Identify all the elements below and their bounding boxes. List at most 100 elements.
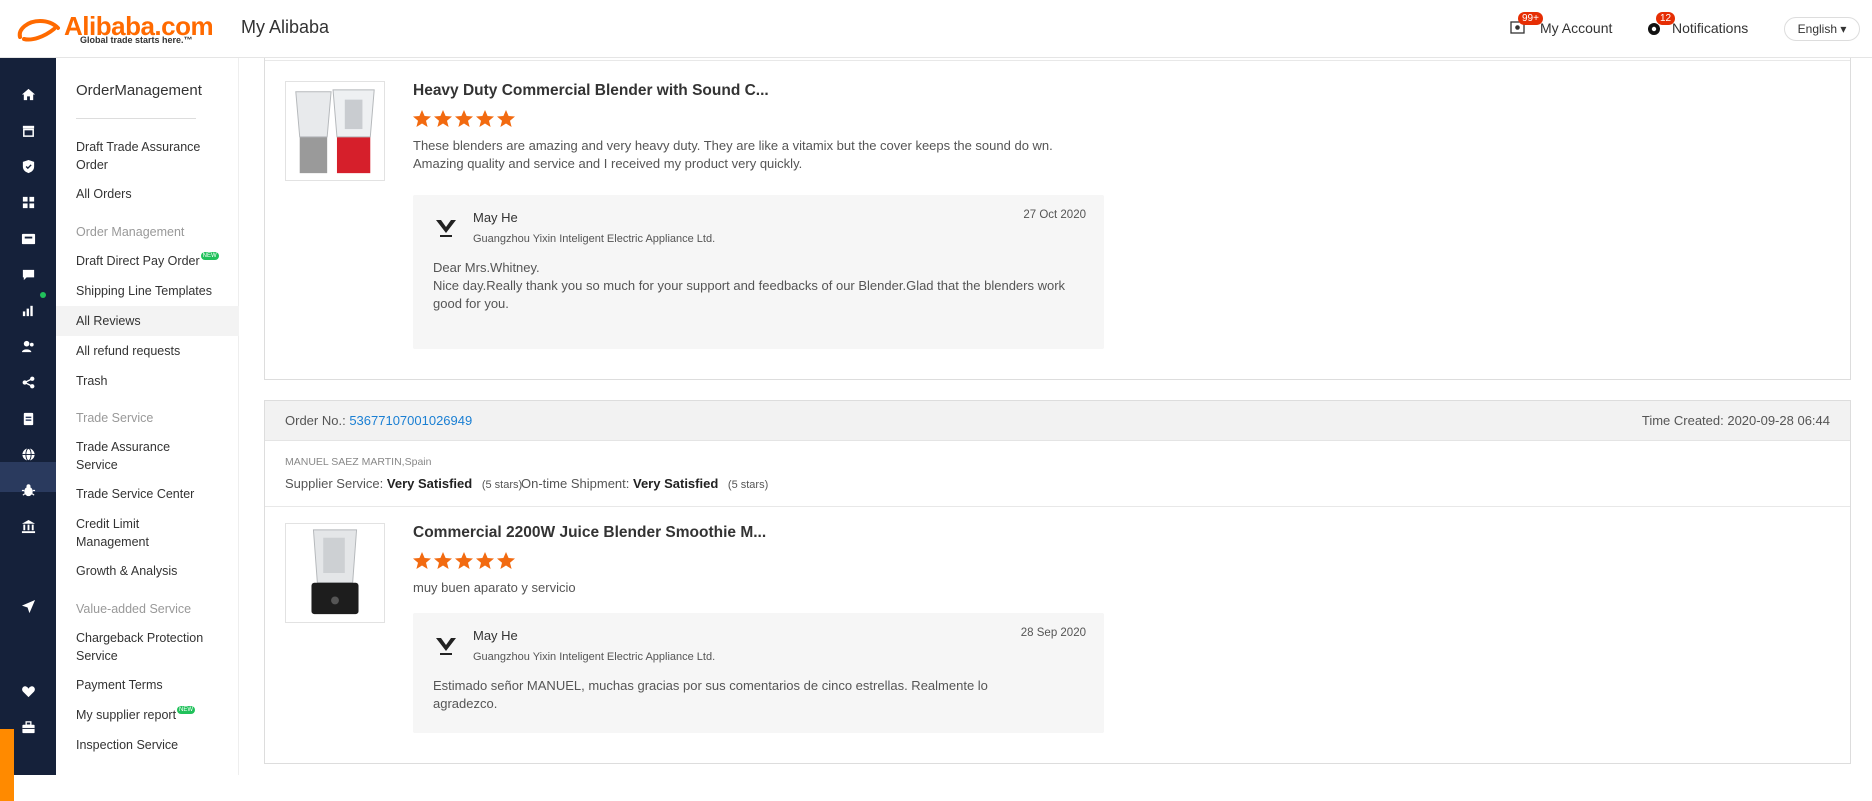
supplier-logo-icon — [436, 638, 456, 655]
star-icon — [476, 110, 494, 127]
users-icon[interactable] — [19, 337, 37, 355]
chart-icon[interactable] — [19, 301, 37, 319]
new-badge: NEW — [177, 706, 196, 714]
review-text: muy buen aparato y servicio — [413, 580, 576, 595]
star-icon — [413, 552, 431, 569]
sidebar-item-label: Draft Direct Pay Order — [76, 254, 200, 268]
message-icon[interactable] — [19, 265, 37, 283]
supplier-reply: May He Guangzhou Yixin Inteligent Electr… — [413, 613, 1104, 733]
supplier-reply: May He Guangzhou Yixin Inteligent Electr… — [413, 195, 1104, 349]
product-title[interactable]: Commercial 2200W Juice Blender Smoothie … — [413, 524, 766, 542]
star-rating — [412, 109, 516, 129]
shipment-value: Very Satisfied — [633, 476, 719, 491]
sidebar-item-draft-trade-assurance-order[interactable]: Draft Trade Assurance Order — [76, 138, 226, 174]
reply-company-name: Guangzhou Yixin Inteligent Electric Appl… — [473, 651, 716, 663]
orders-icon[interactable] — [19, 229, 37, 247]
send-icon[interactable] — [19, 597, 37, 615]
reply-date: 27 Oct 2020 — [1023, 209, 1086, 221]
star-icon — [455, 110, 473, 127]
shipment-label: On-time Shipment: — [521, 476, 630, 491]
notifications-link[interactable]: 12 Notifications — [1648, 12, 1749, 36]
sidebar-item-trade-service-center[interactable]: Trade Service Center — [76, 485, 226, 503]
supplier-service-value: Very Satisfied — [386, 476, 473, 491]
star-icon — [455, 552, 473, 569]
my-account-label: My Account — [1540, 20, 1613, 36]
order-header: Order No.: 53677107001026949 Time Create… — [265, 401, 1850, 441]
sidebar-item-label: My supplier report — [76, 708, 177, 722]
review-card: Heavy Duty Commercial Blender with Sound… — [264, 58, 1851, 380]
bug-icon[interactable] — [19, 481, 37, 499]
product-thumbnail[interactable] — [285, 523, 385, 623]
sidebar-item-trash[interactable]: Trash — [76, 372, 226, 390]
card-divider — [265, 60, 1850, 61]
sidebar-item-draft-direct-pay-order[interactable]: Draft Direct Pay Order NEW — [76, 252, 226, 270]
buyer-name: MANUEL SAEZ MARTIN,Spain — [285, 456, 432, 468]
shipment-rating: On-time Shipment: Very Satisfied (5 star… — [521, 476, 768, 491]
sidebar-item-all-reviews[interactable]: All Reviews — [76, 312, 226, 330]
supplier-logo-icon — [436, 220, 456, 237]
briefcase-icon[interactable] — [19, 718, 37, 736]
order-number-link[interactable]: 53677107001026949 — [349, 413, 472, 428]
sidebar-item-all-orders[interactable]: All Orders — [76, 185, 226, 203]
logistics-icon[interactable] — [19, 373, 37, 391]
shield-icon[interactable] — [19, 157, 37, 175]
bank-icon[interactable] — [19, 517, 37, 535]
page-title: My Alibaba — [241, 17, 330, 37]
blender-product-image — [311, 529, 359, 615]
reply-author-name: May He — [473, 210, 518, 225]
order-time-created: Time Created: 2020-09-28 06:44 — [1641, 413, 1830, 428]
sidebar-item-payment-terms[interactable]: Payment Terms — [76, 676, 226, 694]
order-number: Order No.: 53677107001026949 — [285, 413, 472, 428]
sidebar-item-my-supplier-report[interactable]: My supplier report NEW — [76, 706, 226, 724]
new-badge: NEW — [200, 252, 219, 260]
grid-icon[interactable] — [19, 193, 37, 211]
globe-icon[interactable] — [19, 445, 37, 463]
supplier-service-stars: (5 stars) — [481, 479, 523, 491]
reply-text: Dear Mrs.Whitney. Nice day.Really thank … — [433, 259, 1083, 313]
reply-text-line: Dear Mrs.Whitney. — [433, 260, 540, 275]
sidebar-item-growth-analysis[interactable]: Growth & Analysis — [76, 562, 226, 580]
star-rating — [412, 551, 516, 571]
sidebar-section-value-added-service: Value-added Service — [76, 602, 192, 616]
supplier-service-rating: Supplier Service: Very Satisfied (5 star… — [285, 476, 522, 491]
star-icon — [497, 110, 515, 127]
star-icon — [434, 552, 452, 569]
reviews-list: Heavy Duty Commercial Blender with Sound… — [239, 58, 1872, 775]
order-number-label: Order No.: — [285, 413, 346, 428]
reply-author-name: May He — [473, 628, 518, 643]
sidebar-item-credit-limit-management[interactable]: Credit Limit Management — [76, 515, 176, 551]
rail-promo-tab[interactable] — [0, 729, 14, 801]
card-divider — [265, 506, 1850, 507]
reply-text-line: Estimado señor MANUEL, muchas gracias po… — [433, 678, 988, 711]
alibaba-logo[interactable]: Alibaba.com Global trade starts here.™ — [14, 11, 214, 47]
sidebar-item-inspection-service[interactable]: Inspection Service — [76, 736, 226, 754]
home-icon[interactable] — [19, 85, 37, 103]
blender-product-image — [295, 89, 375, 174]
notifications-label: Notifications — [1672, 20, 1749, 36]
shipment-stars: (5 stars) — [727, 479, 769, 491]
sidebar-item-chargeback-protection-service[interactable]: Chargeback Protection Service — [76, 629, 216, 665]
sidebar-item-trade-assurance-service[interactable]: Trade Assurance Service — [76, 438, 186, 474]
sidebar-item-all-refund-requests[interactable]: All refund requests — [76, 342, 226, 360]
clipboard-icon[interactable] — [19, 409, 37, 427]
heart-icon[interactable] — [19, 682, 37, 700]
product-thumbnail[interactable] — [285, 81, 385, 181]
icon-rail — [0, 58, 56, 801]
notifications-badge: 12 — [1656, 12, 1676, 25]
my-account-link[interactable]: 99+ My Account — [1510, 12, 1613, 36]
sidebar-divider — [76, 118, 196, 119]
star-icon — [413, 110, 431, 127]
reply-date: 28 Sep 2020 — [1020, 627, 1086, 639]
review-text: These blenders are amazing and very heav… — [413, 138, 1053, 171]
star-icon — [434, 110, 452, 127]
reply-text: Estimado señor MANUEL, muchas gracias po… — [433, 677, 1033, 713]
top-header: Alibaba.com Global trade starts here.™ M… — [0, 0, 1872, 58]
account-badge: 99+ — [1518, 12, 1543, 25]
order-sidebar: OrderManagement Draft Trade Assurance Or… — [56, 58, 239, 775]
alibaba-logo-icon — [17, 18, 60, 42]
sidebar-item-shipping-line-templates[interactable]: Shipping Line Templates — [76, 282, 226, 300]
product-title[interactable]: Heavy Duty Commercial Blender with Sound… — [413, 82, 769, 100]
review-card: Order No.: 53677107001026949 Time Create… — [264, 400, 1851, 764]
language-selector[interactable]: English ▾ — [1784, 17, 1860, 41]
store-icon[interactable] — [19, 121, 37, 139]
